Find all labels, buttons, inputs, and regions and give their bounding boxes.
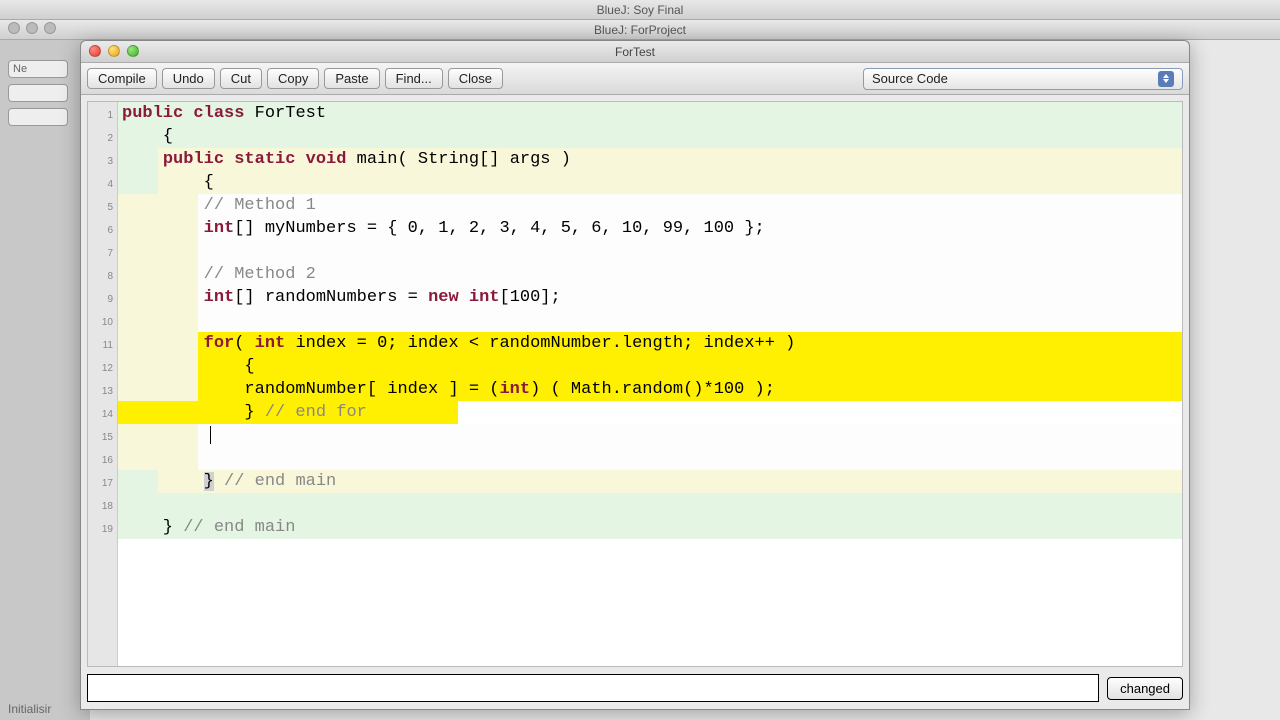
editor-title: ForTest: [615, 45, 655, 59]
code-line[interactable]: [118, 424, 1182, 447]
line-number: 14: [88, 403, 117, 426]
message-box: [87, 674, 1099, 702]
bg-left-button[interactable]: Ne: [8, 60, 68, 78]
line-number: 2: [88, 127, 117, 150]
line-number: 16: [88, 449, 117, 472]
bg-left-panel: Ne: [0, 40, 90, 720]
bg-traffic-lights: [8, 22, 56, 34]
code-line[interactable]: int[] randomNumbers = new int[100];: [118, 286, 1182, 309]
line-number: 17: [88, 472, 117, 495]
bottom-bar: changed: [81, 673, 1189, 709]
close-icon[interactable]: [89, 45, 101, 57]
editor-titlebar: ForTest: [81, 41, 1189, 63]
code-line[interactable]: public static void main( String[] args ): [118, 148, 1182, 171]
code-line[interactable]: } // end main: [118, 516, 1182, 539]
code-line[interactable]: {: [118, 355, 1182, 378]
traffic-lights: [89, 45, 139, 57]
line-number: 11: [88, 334, 117, 357]
code-line[interactable]: } // end main: [118, 470, 1182, 493]
code-line[interactable]: // Method 1: [118, 194, 1182, 217]
line-number: 10: [88, 311, 117, 334]
zoom-icon[interactable]: [127, 45, 139, 57]
editor-body: 12345678910111213141516171819 public cla…: [87, 101, 1183, 667]
toolbar: Compile Undo Cut Copy Paste Find... Clos…: [81, 63, 1189, 95]
text-cursor: [210, 426, 211, 444]
cut-button[interactable]: Cut: [220, 68, 262, 89]
view-selector[interactable]: Source Code: [863, 68, 1183, 90]
bg-window-title-2: BlueJ: ForProject: [0, 20, 1280, 40]
undo-button[interactable]: Undo: [162, 68, 215, 89]
editor-window: ForTest Compile Undo Cut Copy Paste Find…: [80, 40, 1190, 710]
code-line[interactable]: } // end for: [118, 401, 1182, 424]
status-label: changed: [1107, 677, 1183, 700]
line-number: 3: [88, 150, 117, 173]
line-number: 9: [88, 288, 117, 311]
bg-left-button[interactable]: [8, 108, 68, 126]
paste-button[interactable]: Paste: [324, 68, 379, 89]
minimize-icon[interactable]: [108, 45, 120, 57]
code-line[interactable]: {: [118, 125, 1182, 148]
code-line[interactable]: [118, 447, 1182, 470]
line-number: 1: [88, 104, 117, 127]
code-line[interactable]: randomNumber[ index ] = (int) ( Math.ran…: [118, 378, 1182, 401]
code-line[interactable]: {: [118, 171, 1182, 194]
copy-button[interactable]: Copy: [267, 68, 319, 89]
bg-window-title-1: BlueJ: Soy Final: [0, 0, 1280, 20]
compile-button[interactable]: Compile: [87, 68, 157, 89]
code-area[interactable]: public class ForTest { public static voi…: [118, 102, 1182, 666]
line-number: 7: [88, 242, 117, 265]
line-number: 8: [88, 265, 117, 288]
code-line[interactable]: [118, 240, 1182, 263]
line-number: 19: [88, 518, 117, 541]
line-number: 18: [88, 495, 117, 518]
view-selector-label: Source Code: [872, 71, 948, 86]
code-line[interactable]: [118, 493, 1182, 516]
close-button[interactable]: Close: [448, 68, 503, 89]
find-button[interactable]: Find...: [385, 68, 443, 89]
line-gutter: 12345678910111213141516171819: [88, 102, 118, 666]
chevron-updown-icon: [1158, 71, 1174, 87]
code-line[interactable]: // Method 2: [118, 263, 1182, 286]
code-line[interactable]: [118, 309, 1182, 332]
code-line[interactable]: public class ForTest: [118, 102, 1182, 125]
code-line[interactable]: for( int index = 0; index < randomNumber…: [118, 332, 1182, 355]
line-number: 6: [88, 219, 117, 242]
line-number: 13: [88, 380, 117, 403]
line-number: 12: [88, 357, 117, 380]
line-number: 4: [88, 173, 117, 196]
code-line[interactable]: int[] myNumbers = { 0, 1, 2, 3, 4, 5, 6,…: [118, 217, 1182, 240]
bg-status-text: Initialisir: [8, 702, 51, 716]
bg-left-button[interactable]: [8, 84, 68, 102]
line-number: 15: [88, 426, 117, 449]
line-number: 5: [88, 196, 117, 219]
